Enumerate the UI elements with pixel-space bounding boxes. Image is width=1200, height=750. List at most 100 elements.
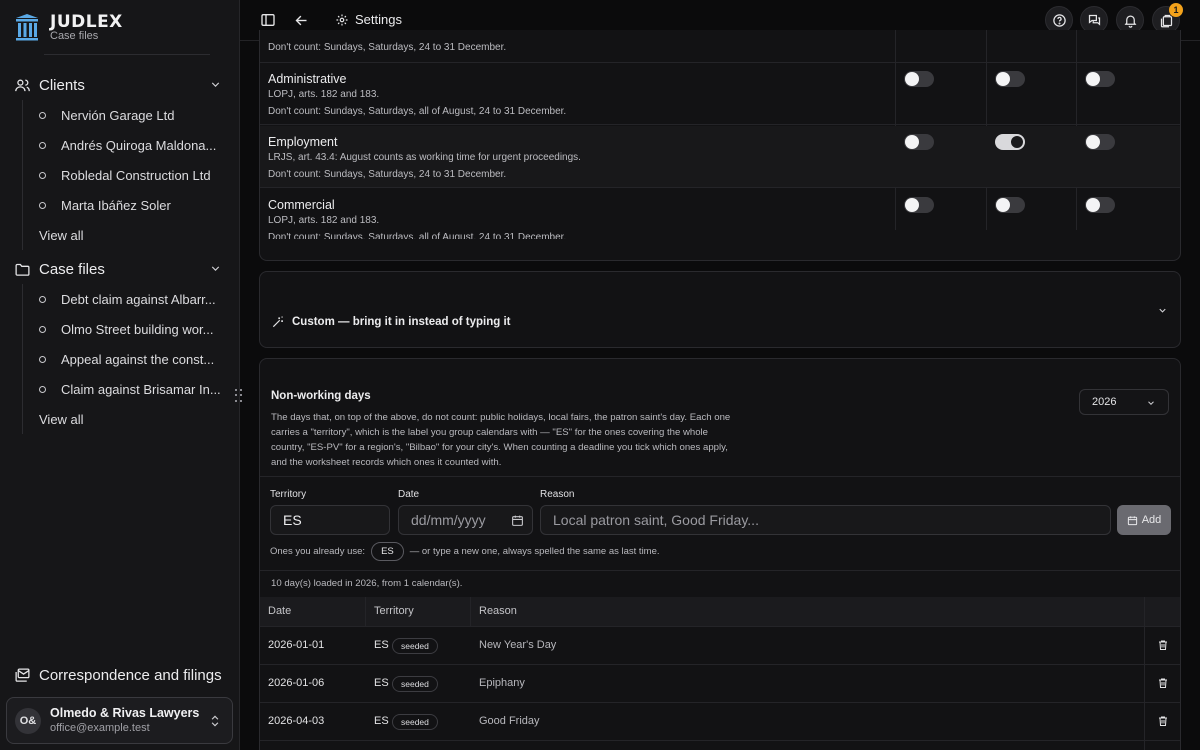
- non-working-days-title: Non-working days: [271, 390, 371, 402]
- case-file-item[interactable]: Olmo Street building wor...: [23, 314, 222, 344]
- toggle-switch[interactable]: [904, 71, 934, 87]
- used-territories-prefix: Ones you already use:: [270, 546, 366, 557]
- toggle-switch[interactable]: [1085, 197, 1115, 213]
- toggle-knob: [905, 198, 919, 212]
- holiday-territory: ES: [374, 677, 389, 689]
- column-divider: [365, 597, 366, 627]
- chat-icon: [1088, 14, 1100, 26]
- jurisdiction-legal-basis: LRJS, art. 43.4: August counts as workin…: [268, 152, 581, 163]
- custom-import-accordion[interactable]: Custom — bring it in instead of typing i…: [259, 271, 1181, 348]
- toggle-switch[interactable]: [995, 134, 1025, 150]
- holidays-table-header: Date Territory Reason: [260, 597, 1180, 627]
- jurisdiction-rule: Don't count: Sundays, Saturdays, all of …: [268, 106, 567, 117]
- non-working-days-description: The days that, on top of the above, do n…: [271, 412, 731, 468]
- toggle-switch[interactable]: [995, 197, 1025, 213]
- case-files-section-toggle[interactable]: Case files: [14, 256, 226, 282]
- toggle-switch[interactable]: [904, 134, 934, 150]
- client-item[interactable]: Marta Ibáñez Soler: [23, 190, 222, 220]
- case-file-item[interactable]: Claim against Brisamar In...: [23, 374, 222, 404]
- trash-icon[interactable]: [1157, 639, 1169, 651]
- chevron-down-icon: [211, 82, 220, 87]
- holiday-date: 2026-01-01: [268, 639, 325, 651]
- clients-section-toggle[interactable]: Clients: [14, 72, 226, 98]
- case-files-view-all-link[interactable]: View all: [23, 404, 222, 434]
- add-day-button[interactable]: Add: [1117, 505, 1171, 535]
- toggle-switch[interactable]: [1085, 134, 1115, 150]
- non-working-days-card: Non-working days The days that, on top o…: [259, 358, 1181, 750]
- calendar-plus-icon: [1127, 515, 1137, 525]
- chevron-down-icon: [211, 266, 220, 271]
- jurisdiction-rule: Don't count: Sundays, Saturdays, 24 to 3…: [268, 169, 507, 180]
- brand[interactable]: JUDLEX Case files: [14, 11, 123, 45]
- jurisdiction-rule: Don't count: Sundays, Saturdays, all of …: [268, 232, 567, 239]
- settings-breadcrumb: Settings: [335, 12, 402, 27]
- case-file-name: Debt claim against Albarr...: [61, 291, 216, 307]
- client-item[interactable]: Nervión Garage Ltd: [23, 100, 222, 130]
- toggle-switch[interactable]: [904, 197, 934, 213]
- sidebar: JUDLEX Case files Clients Nervión Garage…: [0, 0, 243, 750]
- jurisdiction-row: Don't count: Sundays, Saturdays, 24 to 3…: [260, 30, 1180, 63]
- holiday-date: 2026-01-06: [268, 677, 325, 689]
- jurisdiction-rule: Don't count: Sundays, Saturdays, 24 to 3…: [268, 42, 507, 53]
- jurisdiction-name: Employment: [268, 135, 338, 149]
- account-name: Olmedo & Rivas Lawyers: [50, 706, 200, 720]
- used-territories: Ones you already use: ES — or type a new…: [270, 542, 660, 561]
- column-header-territory: Territory: [374, 605, 414, 617]
- sidebar-panel-icon: [261, 14, 275, 26]
- holiday-reason: Epiphany: [479, 677, 525, 689]
- holiday-reason: New Year's Day: [479, 639, 557, 651]
- territory-chip[interactable]: ES: [371, 542, 404, 561]
- toggle-knob: [996, 72, 1010, 86]
- case-files-list: Debt claim against Albarr... Olmo Street…: [22, 284, 222, 434]
- seeded-badge: seeded: [392, 638, 438, 654]
- bullet-icon: [39, 325, 46, 333]
- reason-label: Reason: [540, 489, 575, 500]
- holiday-reason: Good Friday: [479, 715, 540, 727]
- case-file-name: Claim against Brisamar In...: [61, 381, 221, 397]
- toggle-switch[interactable]: [995, 71, 1025, 87]
- client-item[interactable]: Robledal Construction Ltd: [23, 160, 222, 190]
- toggle-knob: [905, 135, 919, 149]
- sidebar-resize-handle[interactable]: [235, 389, 243, 403]
- custom-import-label: Custom — bring it in instead of typing i…: [271, 315, 511, 329]
- client-name: Robledal Construction Ltd: [61, 167, 211, 183]
- correspondence-link[interactable]: Correspondence and filings: [14, 663, 222, 687]
- clients-view-all-link[interactable]: View all: [23, 220, 222, 250]
- jurisdiction-row: Commercial LOPJ, arts. 182 and 183. Don'…: [260, 189, 1180, 251]
- column-divider: [470, 597, 471, 627]
- trash-icon[interactable]: [1157, 677, 1169, 689]
- case-file-item[interactable]: Debt claim against Albarr...: [23, 284, 222, 314]
- reason-input[interactable]: Local patron saint, Good Friday...: [540, 505, 1111, 535]
- jurisdiction-row: Employment LRJS, art. 43.4: August count…: [260, 126, 1180, 188]
- trash-icon[interactable]: [1157, 715, 1169, 727]
- toggle-knob: [1086, 72, 1100, 86]
- date-input[interactable]: dd/mm/yyyy: [398, 505, 533, 535]
- case-file-name: Appeal against the const...: [61, 351, 215, 367]
- folder-icon: [15, 263, 30, 276]
- account-switcher[interactable]: O& Olmedo & Rivas Lawyers office@example…: [6, 697, 233, 744]
- toggle-switch[interactable]: [1085, 71, 1115, 87]
- chevron-down-icon: [1159, 308, 1166, 313]
- bullet-icon: [39, 141, 46, 149]
- divider: [260, 570, 1180, 571]
- date-label: Date: [398, 489, 420, 500]
- toggle-sidebar-button[interactable]: [259, 11, 277, 29]
- calendar-icon[interactable]: [511, 514, 524, 527]
- clients-label: Clients: [39, 76, 85, 94]
- case-file-item[interactable]: Appeal against the const...: [23, 344, 222, 374]
- territory-label: Territory: [270, 489, 307, 500]
- jurisdictions-card: Don't count: Sundays, Saturdays, 24 to 3…: [259, 30, 1181, 261]
- correspondence-label: Correspondence and filings: [39, 666, 222, 684]
- bullet-icon: [39, 111, 46, 119]
- bullet-icon: [39, 201, 46, 209]
- client-name: Andrés Quiroga Maldona...: [61, 137, 217, 153]
- year-select[interactable]: 2026: [1079, 389, 1169, 415]
- bullet-icon: [39, 171, 46, 179]
- divider: [44, 54, 210, 55]
- client-item[interactable]: Andrés Quiroga Maldona...: [23, 130, 222, 160]
- territory-input[interactable]: ES: [270, 505, 390, 535]
- bullet-icon: [39, 295, 46, 303]
- loaded-summary: 10 day(s) loaded in 2026, from 1 calenda…: [271, 578, 463, 589]
- back-button[interactable]: [292, 11, 310, 29]
- holiday-territory: ES: [374, 715, 389, 727]
